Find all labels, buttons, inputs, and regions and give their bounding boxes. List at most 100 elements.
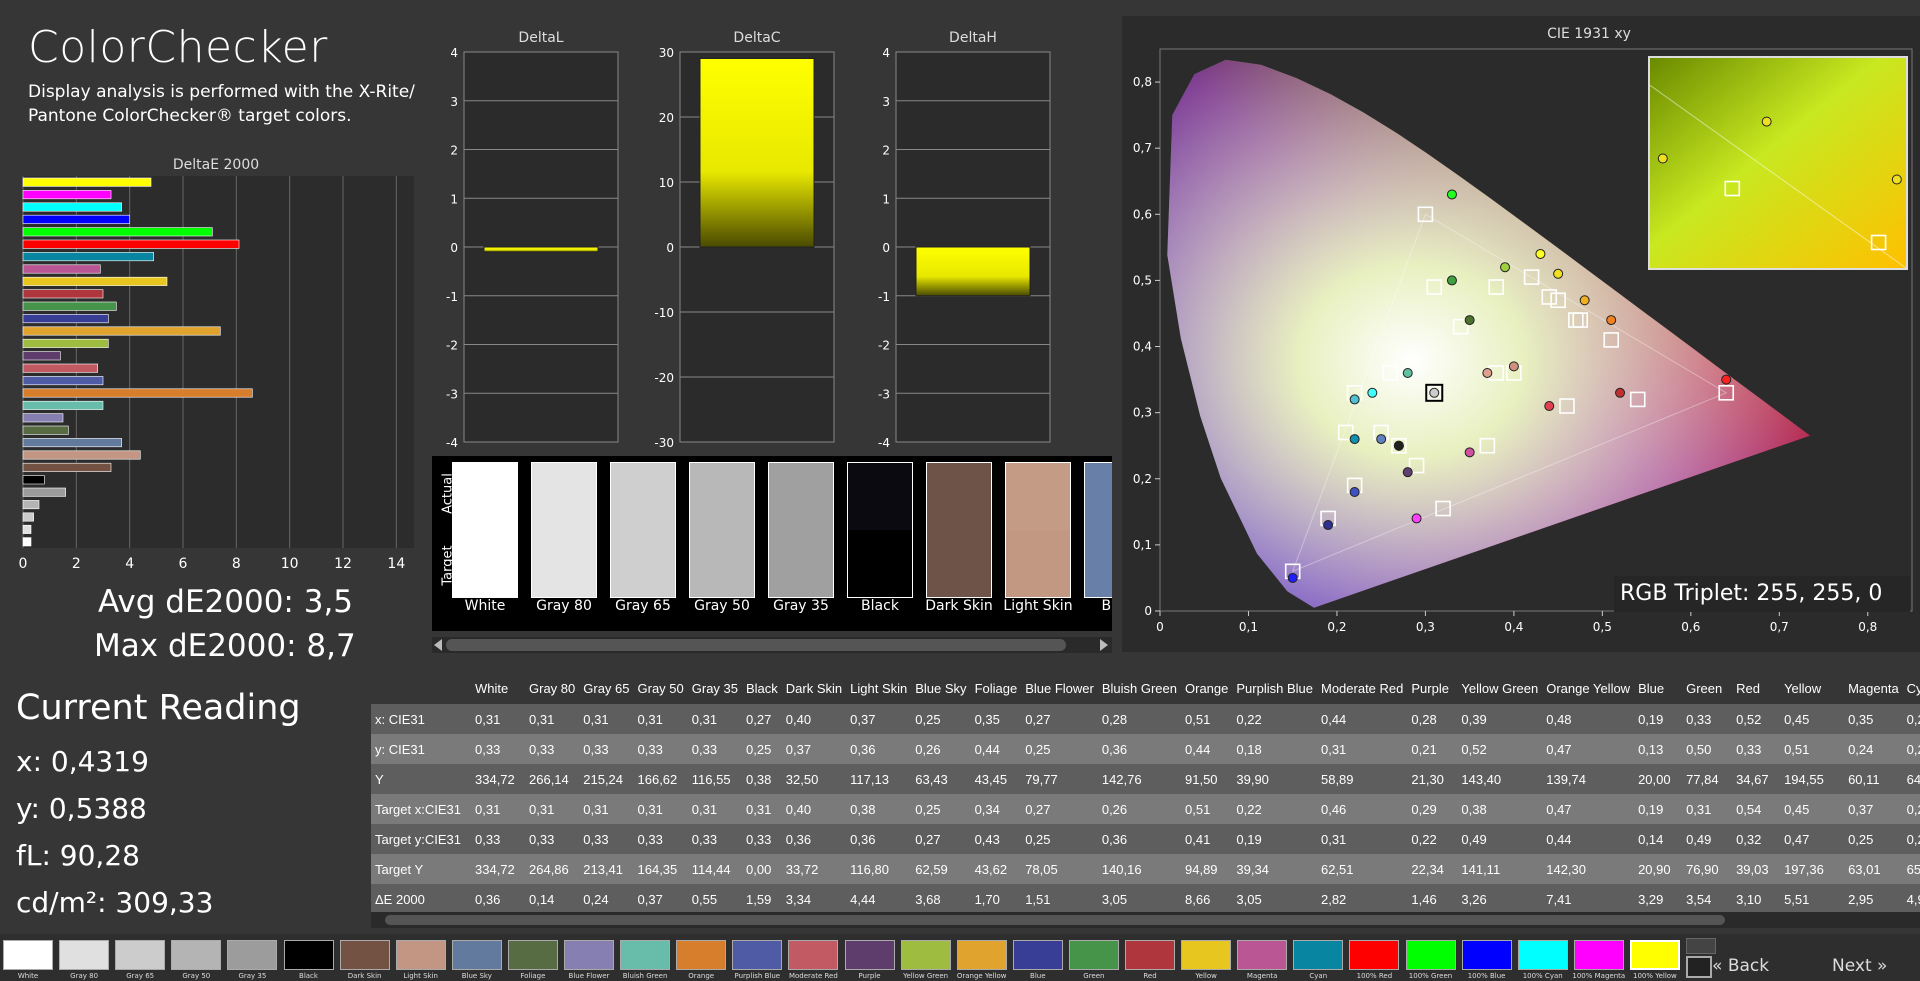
table-cell: 117,13 — [846, 764, 912, 794]
cie-ytick: 0,2 — [1133, 472, 1152, 486]
bottom-swatch[interactable] — [1573, 940, 1624, 970]
bottom-swatch[interactable] — [1125, 940, 1175, 970]
bottom-swatch[interactable] — [844, 940, 895, 970]
swatch-scrollbar-thumb[interactable] — [446, 639, 1066, 651]
delta-ytick: -4 — [446, 436, 458, 448]
bottom-swatch[interactable] — [115, 940, 166, 970]
measurement-table: White Gray 80 Gray 65 Gray 50 Gray 35 Black Da… — [371, 672, 1920, 912]
swatch-scrollbar[interactable] — [432, 637, 1112, 653]
bottom-swatch[interactable] — [900, 940, 951, 970]
table-cell: 116,55 — [687, 764, 742, 794]
avg-de2000: Avg dE2000: 3,5 — [98, 584, 354, 620]
table-cell: 0,28 — [1407, 704, 1458, 734]
table-cell: 116,80 — [846, 854, 912, 884]
swatch-label: Gray 65 — [615, 598, 671, 614]
table-cell: 0,40 — [781, 794, 847, 824]
delta-ytick: 1 — [450, 192, 458, 206]
table-cell: Target y:CIE31 — [371, 824, 471, 854]
table-cell: 0,33 — [633, 734, 688, 764]
bottom-swatch[interactable] — [395, 940, 446, 970]
table-cell: 0,44 — [1181, 734, 1233, 764]
table-cell: 0,25 — [742, 734, 782, 764]
bottom-swatch-label: Purple — [858, 972, 881, 980]
cie-measured-point — [1349, 486, 1360, 497]
cie-ytick: 0,6 — [1133, 207, 1152, 221]
table-scrollbar[interactable] — [371, 912, 1920, 928]
table-cell: 0,31 — [1316, 734, 1408, 764]
bottom-swatch[interactable] — [788, 940, 839, 970]
bottom-swatch-label: 100% Cyan — [1522, 972, 1563, 980]
bottom-swatch[interactable] — [171, 940, 222, 970]
table-header: Red — [1732, 672, 1781, 704]
table-cell: 0,38 — [1457, 794, 1543, 824]
scroll-left-icon[interactable] — [434, 639, 442, 651]
bottom-swatch[interactable] — [227, 940, 278, 970]
table-cell: 0,37 — [846, 704, 912, 734]
bottom-swatch[interactable] — [732, 940, 783, 970]
bottom-swatch[interactable] — [1068, 940, 1119, 970]
table-cell: 39,90 — [1232, 764, 1317, 794]
bottom-swatch[interactable] — [1181, 940, 1232, 970]
table-cell: 1,70 — [970, 884, 1022, 912]
page-title: ColorChecker — [28, 22, 328, 73]
table-cell: 39,34 — [1232, 854, 1317, 884]
table-row: y: CIE31 0,33 0,33 0,33 0,33 0,33 0,25 0,37 0,36… — [371, 734, 1920, 764]
bottom-swatch-label: Blue Flower — [568, 972, 610, 980]
bottom-swatch[interactable] — [1629, 940, 1680, 970]
table-header: Gray 65 — [579, 672, 634, 704]
table-cell: 0,50 — [1682, 734, 1733, 764]
bottom-swatch[interactable] — [1012, 940, 1063, 970]
bottom-swatch[interactable] — [1517, 940, 1568, 970]
bottom-swatch[interactable] — [339, 940, 390, 970]
table-cell: 78,05 — [1021, 854, 1098, 884]
bottom-swatch[interactable] — [3, 940, 53, 970]
cie1931-chart: CIE 1931 xy 0 0,1 0,2 0,3 0,4 0,5 0,6 0,7 0,8 0 0,… — [1122, 16, 1920, 652]
reading-y: y: 0,5388 — [16, 792, 147, 825]
swatch-gray-35 — [768, 462, 834, 598]
table-cell: 0,31 — [471, 704, 525, 734]
scroll-right-icon[interactable] — [1100, 639, 1108, 651]
table-cell: 4,44 — [846, 884, 912, 912]
table-cell: 0,55 — [687, 884, 742, 912]
stop-icon[interactable] — [1686, 956, 1712, 978]
table-cell: 0,43 — [970, 824, 1022, 854]
bottom-swatch[interactable] — [451, 940, 502, 970]
delta-ytick: 0 — [882, 241, 890, 255]
bottom-swatch[interactable] — [1237, 940, 1288, 970]
table-cell: 0,35 — [1844, 704, 1903, 734]
table-cell: 0,33 — [525, 734, 580, 764]
cie-ytick: 0,1 — [1133, 538, 1152, 552]
bottom-swatch[interactable] — [620, 940, 671, 970]
table-cell: 0,25 — [1021, 824, 1098, 854]
swatch-black — [847, 462, 913, 598]
cie-measured-point — [1446, 275, 1457, 286]
table-scrollbar-thumb[interactable] — [385, 915, 1725, 925]
bottom-swatch[interactable] — [1405, 940, 1456, 970]
bottom-swatch[interactable] — [564, 940, 614, 970]
table-cell: ΔE 2000 — [371, 884, 471, 912]
cie-measured-point — [1429, 387, 1440, 398]
table-cell: 166,62 — [633, 764, 688, 794]
bottom-swatch[interactable] — [1293, 940, 1344, 970]
play-icon[interactable] — [1686, 938, 1716, 954]
delta-ytick: -2 — [878, 339, 890, 353]
next-button[interactable]: Next » — [1832, 956, 1887, 976]
cie-measured-point — [1606, 315, 1617, 326]
delta-chart-title: DeltaC — [733, 30, 780, 46]
bottom-swatch[interactable] — [1349, 940, 1400, 970]
table-header: Orange — [1181, 672, 1233, 704]
delta-ytick: 3 — [450, 95, 458, 109]
bottom-swatch[interactable] — [283, 940, 334, 970]
bottom-swatch[interactable] — [956, 940, 1007, 970]
bottom-swatch[interactable] — [59, 940, 110, 970]
swatch-gray-80 — [531, 462, 597, 598]
table-cell: 141,11 — [1457, 854, 1543, 884]
table-header: Magenta — [1844, 672, 1903, 704]
cie-measured-point — [1323, 520, 1334, 531]
cie-measured-point — [1402, 367, 1413, 378]
table-header: Blue — [1634, 672, 1683, 704]
bottom-swatch[interactable] — [507, 940, 558, 970]
bottom-swatch[interactable] — [676, 940, 727, 970]
back-button[interactable]: « Back — [1712, 956, 1769, 976]
bottom-swatch[interactable] — [1461, 940, 1512, 970]
